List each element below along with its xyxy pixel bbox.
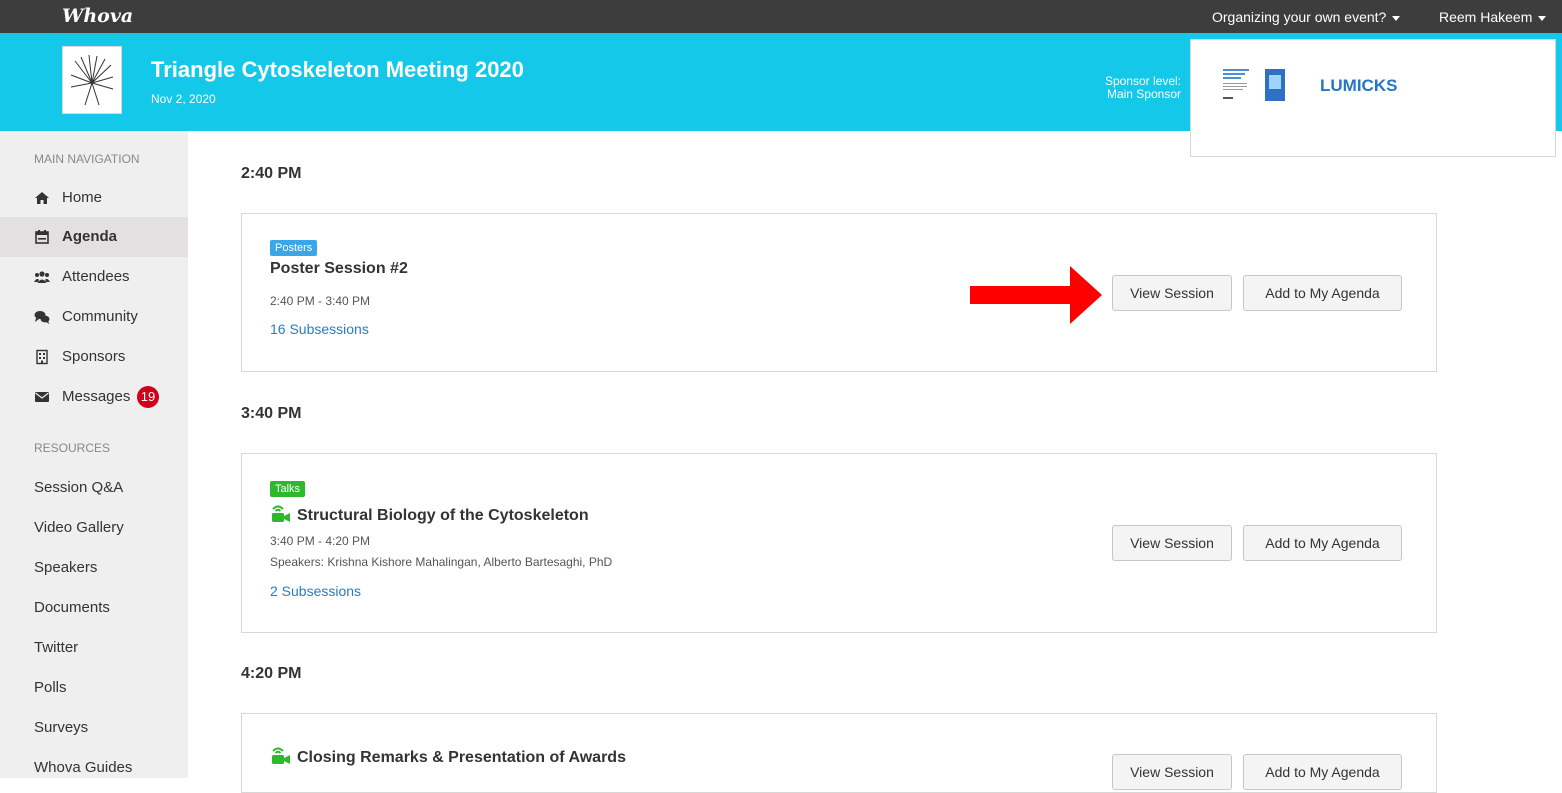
caret-down-icon bbox=[1392, 15, 1401, 21]
livestream-icon bbox=[272, 747, 290, 764]
sidebar-item-label: Polls bbox=[34, 679, 67, 696]
subsessions-link[interactable]: 2 Subsessions bbox=[270, 583, 361, 599]
sidebar-item-polls[interactable]: Polls bbox=[0, 668, 188, 708]
event-logo bbox=[62, 46, 122, 114]
sidebar-item-documents[interactable]: Documents bbox=[0, 588, 188, 628]
event-logo-icon bbox=[70, 54, 114, 106]
add-to-my-agenda-button[interactable]: Add to My Agenda bbox=[1243, 525, 1402, 561]
session-type-tag: Talks bbox=[270, 481, 306, 497]
sponsor-level: Sponsor level: Main Sponsor bbox=[1105, 75, 1181, 101]
view-session-button[interactable]: View Session bbox=[1112, 525, 1232, 561]
organizing-event-menu[interactable]: Organizing your own event? bbox=[1212, 9, 1401, 25]
session-title[interactable]: Poster Session #2 bbox=[270, 260, 408, 278]
time-slot-heading: 3:40 PM bbox=[241, 405, 302, 422]
session-card: Closing Remarks & Presentation of Awards… bbox=[241, 713, 1437, 793]
sidebar-item-surveys[interactable]: Surveys bbox=[0, 708, 188, 748]
home-icon bbox=[35, 192, 49, 204]
top-bar: Whova Organizing your own event? Reem Ha… bbox=[0, 0, 1562, 33]
caret-down-icon bbox=[1538, 15, 1547, 21]
sidebar-item-community[interactable]: Community bbox=[0, 297, 188, 337]
resources-heading: RESOURCES bbox=[34, 441, 111, 455]
user-name: Reem Hakeem bbox=[1439, 9, 1533, 25]
livestream-icon bbox=[272, 505, 290, 522]
session-time: 3:40 PM - 4:20 PM bbox=[270, 534, 371, 548]
session-card: Talks Structural Biology of the Cytoskel… bbox=[241, 453, 1437, 633]
event-banner: Triangle Cytoskeleton Meeting 2020 Nov 2… bbox=[0, 33, 1562, 157]
calendar-icon bbox=[35, 230, 49, 244]
sidebar-item-sponsors[interactable]: Sponsors bbox=[0, 337, 188, 377]
sidebar-item-whova-guides[interactable]: Whova Guides bbox=[0, 748, 188, 788]
sidebar-item-label: Community bbox=[62, 308, 138, 325]
sponsor-ad-thumbnail bbox=[1221, 65, 1287, 105]
sidebar-item-label: Session Q&A bbox=[34, 479, 124, 496]
sidebar-item-label: Whova Guides bbox=[34, 759, 133, 776]
sidebar-item-label: Speakers bbox=[34, 559, 98, 576]
envelope-icon bbox=[35, 392, 49, 402]
session-card: Posters Poster Session #2 2:40 PM - 3:40… bbox=[241, 213, 1437, 372]
view-session-button[interactable]: View Session bbox=[1112, 275, 1232, 311]
session-time: 2:40 PM - 3:40 PM bbox=[270, 294, 371, 308]
sidebar-item-label: Twitter bbox=[34, 639, 79, 656]
red-arrow-annotation bbox=[970, 266, 1102, 324]
users-icon bbox=[34, 271, 50, 283]
sponsor-card[interactable]: LUMICKS bbox=[1190, 39, 1556, 157]
add-to-my-agenda-button[interactable]: Add to My Agenda bbox=[1243, 754, 1402, 790]
sidebar-item-label: Attendees bbox=[62, 268, 130, 285]
chat-icon bbox=[34, 311, 50, 324]
sidebar-item-session-qa[interactable]: Session Q&A bbox=[0, 468, 188, 508]
add-to-my-agenda-button[interactable]: Add to My Agenda bbox=[1243, 275, 1402, 311]
sidebar-item-label: Sponsors bbox=[62, 348, 126, 365]
sponsor-level-value: Main Sponsor bbox=[1106, 87, 1181, 101]
sidebar-item-label: Video Gallery bbox=[34, 519, 124, 536]
user-menu[interactable]: Reem Hakeem bbox=[1439, 9, 1547, 25]
session-type-tag: Posters bbox=[270, 240, 318, 256]
time-slot-heading: 2:40 PM bbox=[241, 165, 302, 182]
sidebar: MAIN NAVIGATION Home Agenda Attendees Co… bbox=[0, 131, 188, 778]
sidebar-item-home[interactable]: Home bbox=[0, 178, 188, 218]
event-title[interactable]: Triangle Cytoskeleton Meeting 2020 bbox=[151, 57, 524, 83]
sidebar-item-video-gallery[interactable]: Video Gallery bbox=[0, 508, 188, 548]
event-date: Nov 2, 2020 bbox=[151, 92, 216, 106]
organizing-event-label: Organizing your own event? bbox=[1212, 9, 1387, 25]
sponsor-name[interactable]: LUMICKS bbox=[1320, 76, 1397, 96]
time-slot-heading: 4:20 PM bbox=[241, 665, 302, 682]
sidebar-item-label: Home bbox=[62, 189, 103, 206]
sidebar-item-label: Documents bbox=[34, 599, 110, 616]
sidebar-item-attendees[interactable]: Attendees bbox=[0, 257, 188, 297]
building-icon bbox=[36, 349, 48, 365]
sidebar-item-messages[interactable]: Messages 19 bbox=[0, 377, 188, 417]
subsessions-link[interactable]: 16 Subsessions bbox=[270, 321, 369, 337]
sidebar-item-speakers[interactable]: Speakers bbox=[0, 548, 188, 588]
sidebar-item-twitter[interactable]: Twitter bbox=[0, 628, 188, 668]
sidebar-item-label: Agenda bbox=[62, 228, 118, 245]
sidebar-item-agenda[interactable]: Agenda bbox=[0, 217, 188, 257]
session-title-row[interactable]: Closing Remarks & Presentation of Awards bbox=[270, 747, 626, 767]
session-title-row[interactable]: Structural Biology of the Cytoskeleton bbox=[270, 505, 589, 525]
unread-messages-badge: 19 bbox=[137, 386, 159, 408]
main-navigation-heading: MAIN NAVIGATION bbox=[34, 152, 140, 166]
sidebar-item-label: Surveys bbox=[34, 719, 89, 736]
session-title: Closing Remarks & Presentation of Awards bbox=[297, 749, 626, 766]
sidebar-item-label: Messages bbox=[62, 388, 131, 405]
whova-logo[interactable]: Whova bbox=[62, 5, 133, 27]
sponsor-ad-image bbox=[1221, 65, 1287, 105]
session-title: Structural Biology of the Cytoskeleton bbox=[297, 507, 589, 524]
view-session-button[interactable]: View Session bbox=[1112, 754, 1232, 790]
session-speakers: Speakers: Krishna Kishore Mahalingan, Al… bbox=[270, 555, 613, 569]
